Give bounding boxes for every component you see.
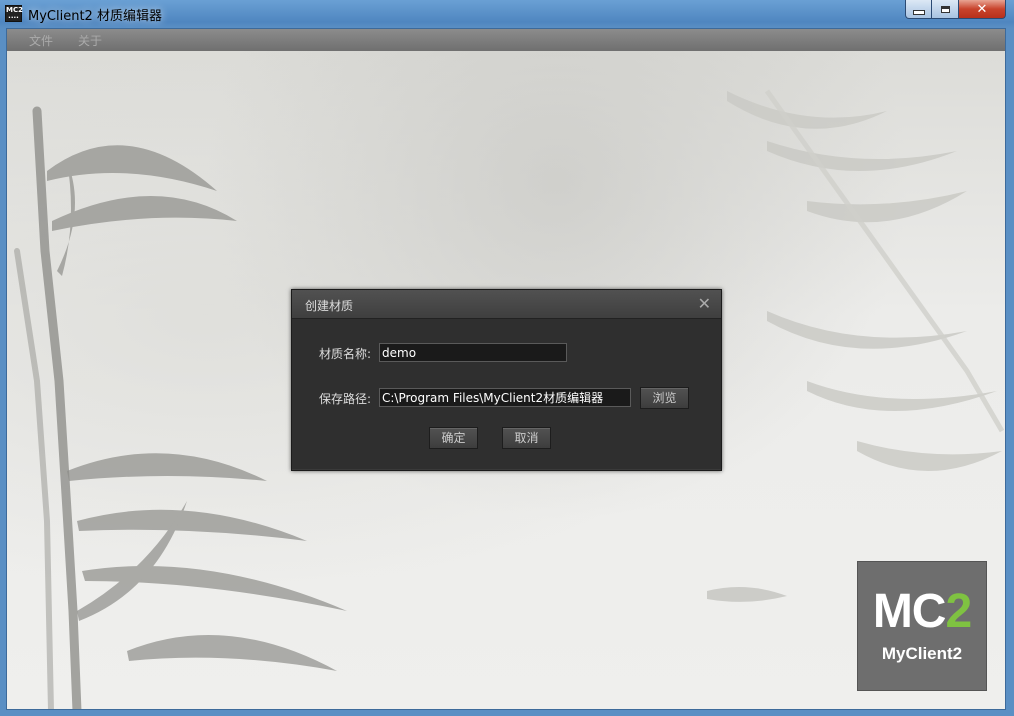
cancel-button[interactable]: 取消 xyxy=(502,427,551,449)
app-window: MC2 ···· MyClient2 材质编辑器 ✕ 文件 关于 MC2 MyC… xyxy=(0,0,1014,716)
close-button[interactable]: ✕ xyxy=(959,0,1006,19)
logo-two-text: 2 xyxy=(945,585,972,638)
app-icon: MC2 ···· xyxy=(5,5,23,22)
maximize-button[interactable] xyxy=(932,0,959,19)
window-title: MyClient2 材质编辑器 xyxy=(28,9,162,24)
menu-bar: 文件 关于 xyxy=(7,29,1005,52)
logo-mark: MC2 xyxy=(858,584,986,639)
save-path-label: 保存路径: xyxy=(319,392,372,406)
close-icon: ✕ xyxy=(976,1,988,17)
material-name-input[interactable] xyxy=(379,343,567,362)
material-name-label: 材质名称: xyxy=(319,347,372,361)
menu-about[interactable]: 关于 xyxy=(78,32,102,49)
minimize-button[interactable] xyxy=(905,0,932,19)
minimize-icon xyxy=(912,9,925,15)
browse-button[interactable]: 浏览 xyxy=(640,387,689,409)
logo-mc-text: MC xyxy=(872,585,947,638)
mc2-logo: MC2 MyClient2 xyxy=(857,561,987,691)
app-icon-subtext: ···· xyxy=(8,14,19,22)
window-controls: ✕ xyxy=(905,0,1006,20)
menu-file[interactable]: 文件 xyxy=(29,32,53,49)
ok-button[interactable]: 确定 xyxy=(429,427,478,449)
save-path-input[interactable] xyxy=(379,388,631,407)
dialog-header[interactable]: 创建材质 ✕ xyxy=(292,290,721,319)
dialog-body: 材质名称: 保存路径: 浏览 确定 取消 xyxy=(292,319,721,469)
dialog-title: 创建材质 xyxy=(305,299,354,313)
create-material-dialog: 创建材质 ✕ 材质名称: 保存路径: 浏览 确定 取消 xyxy=(291,289,722,471)
title-bar[interactable]: MC2 ···· MyClient2 材质编辑器 ✕ xyxy=(0,0,1014,28)
dialog-close-icon[interactable]: ✕ xyxy=(698,294,711,313)
maximize-icon xyxy=(940,5,950,13)
logo-subtitle: MyClient2 xyxy=(881,644,963,663)
app-icon-text: MC2 xyxy=(6,6,23,14)
